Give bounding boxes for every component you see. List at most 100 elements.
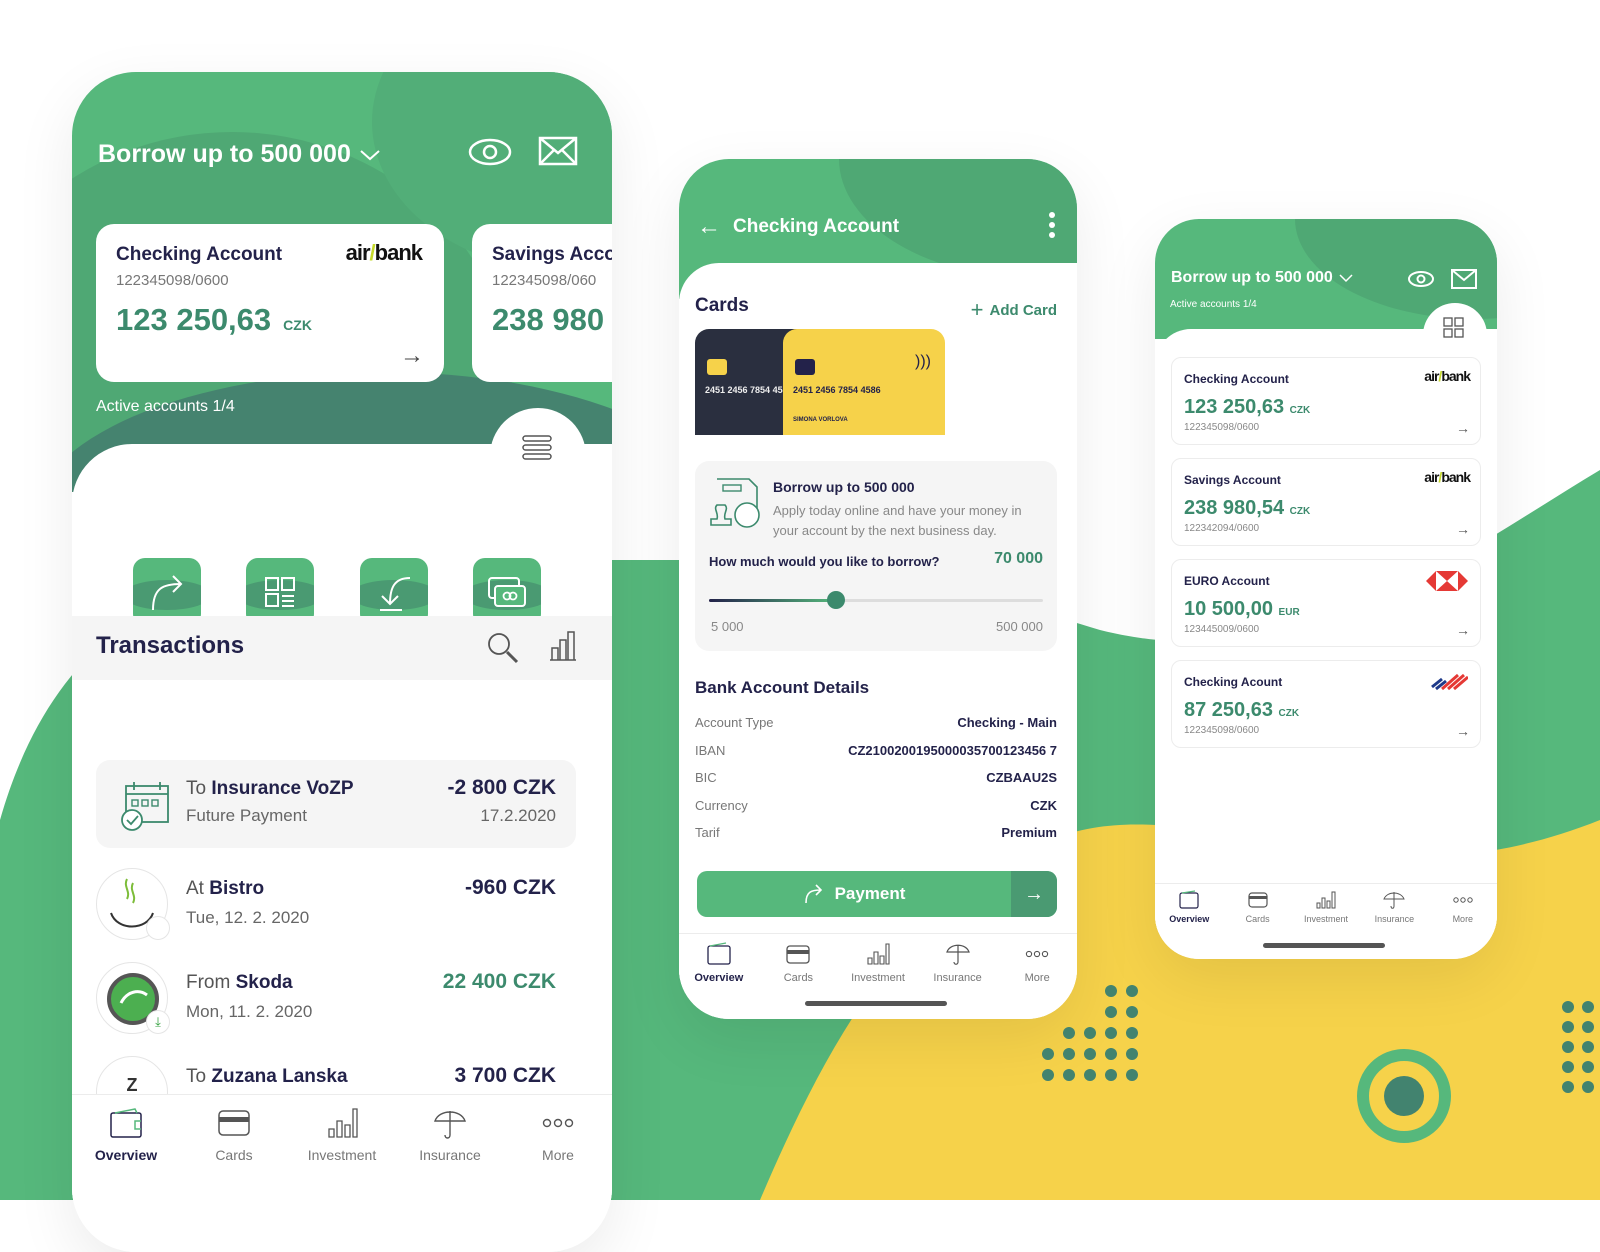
wallet-icon [109, 1107, 143, 1139]
transaction-row-bistro[interactable]: At Bistro Tue, 12. 2. 2020 -960 CZK [96, 866, 576, 946]
chip-icon [795, 359, 815, 375]
nav-label: Insurance [933, 972, 981, 984]
nav-investment[interactable]: Investment [288, 1095, 396, 1204]
transaction-row-future[interactable]: To Insurance VoZP Future Payment -2 800 … [96, 760, 576, 848]
decorative-dot [1562, 1081, 1574, 1093]
account-card-checking[interactable]: Checking Account air/bank 122345098/0600… [96, 224, 444, 382]
arrow-right-icon: → [1456, 521, 1470, 537]
loan-slider-track[interactable] [709, 599, 1043, 602]
receive-arrow-icon [360, 558, 428, 626]
borrow-dropdown[interactable]: Borrow up to 500 000 [98, 140, 381, 169]
account-balance: 238 980,54 CZK [1184, 497, 1310, 520]
decorative-dot [1084, 1027, 1096, 1039]
decorative-dot [1562, 1001, 1574, 1013]
loan-max-label: 500 000 [996, 619, 1043, 634]
mail-icon[interactable] [1451, 269, 1477, 289]
account-name: Checking Account [116, 244, 282, 266]
airbank-logo: air/bank [346, 240, 422, 266]
decorative-dot [1582, 1021, 1594, 1033]
transaction-amount: 22 400 CZK [443, 970, 556, 994]
kebab-menu-icon[interactable] [1047, 211, 1057, 241]
add-card-button[interactable]: + Add Card [971, 297, 1057, 323]
loan-question: How much would you like to borrow? [709, 554, 939, 569]
nav-overview[interactable]: Overview [72, 1095, 180, 1204]
calendar-check-icon [118, 778, 174, 832]
detail-row: BICCZBAAU2S [695, 770, 1057, 798]
account-number: 122345098/0600 [1184, 725, 1259, 736]
download-badge-icon: ⤓ [146, 1010, 170, 1034]
nav-insurance[interactable]: Insurance [918, 934, 998, 993]
decorative-dot [1105, 1006, 1117, 1018]
decorative-dot [1126, 985, 1138, 997]
arrow-right-icon: → [1456, 420, 1470, 436]
bank-of-america-logo [1428, 669, 1468, 691]
nav-label: Cards [784, 972, 813, 984]
list-view-toggle[interactable] [490, 408, 586, 504]
screen-title: Checking Account [733, 216, 899, 238]
nav-overview[interactable]: Overview [1155, 884, 1223, 933]
back-nav[interactable]: ← Checking Account [697, 213, 899, 241]
chevron-down-icon [1339, 273, 1353, 283]
nav-cards[interactable]: Cards [759, 934, 839, 993]
decorative-dot [1063, 1027, 1075, 1039]
transaction-row-skoda[interactable]: ⤓ From Skoda Mon, 11. 2. 2020 22 400 CZK [96, 960, 576, 1040]
pay-me-action-button[interactable] [360, 558, 428, 626]
loan-title: Borrow up to 500 000 [773, 479, 915, 495]
account-name: Savings Account [1184, 473, 1281, 487]
mail-icon[interactable] [538, 136, 578, 166]
cards-action-button[interactable] [473, 558, 541, 626]
card-icon [1247, 890, 1269, 910]
card-number: 2451 2456 7854 4586 [705, 385, 793, 395]
qr-payment-action-button[interactable] [246, 558, 314, 626]
account-card[interactable]: Checking Acount 87 250,63 CZK 122345098/… [1171, 660, 1481, 748]
add-card-label: Add Card [990, 302, 1058, 319]
investment-icon [325, 1107, 359, 1139]
search-icon[interactable] [486, 631, 520, 665]
decorative-dot [1105, 1048, 1117, 1060]
nav-investment[interactable]: Investment [838, 934, 918, 993]
nav-label: Investment [308, 1147, 376, 1163]
details-title: Bank Account Details [695, 678, 869, 698]
nav-more[interactable]: More [997, 934, 1077, 993]
payment-button[interactable]: Payment → [697, 871, 1057, 917]
nav-insurance[interactable]: Insurance [1360, 884, 1428, 933]
eye-icon[interactable] [468, 138, 512, 166]
decorative-dot [1063, 1069, 1075, 1081]
account-number: 122345098/0600 [1184, 422, 1259, 433]
account-card[interactable]: EURO Account 10 500,00 EUR 123445009/060… [1171, 559, 1481, 647]
account-card-savings[interactable]: Savings Acco 122345098/060 238 980 [472, 224, 612, 382]
umbrella-icon [433, 1107, 467, 1139]
nav-cards[interactable]: Cards [1223, 884, 1291, 933]
chart-icon[interactable] [548, 630, 578, 662]
home-indicator [805, 1001, 947, 1006]
detail-row: Account TypeChecking - Main [695, 715, 1057, 743]
home-indicator [1263, 943, 1385, 948]
arrow-right-icon: → [1456, 723, 1470, 739]
account-balance: 123 250,63 [116, 302, 271, 338]
decorative-dot [1126, 1027, 1138, 1039]
phone-checking-account: ← Checking Account Cards + Add Card 2451… [679, 159, 1077, 1019]
nav-cards[interactable]: Cards [180, 1095, 288, 1204]
phone-overview: Borrow up to 500 000 Checking Account ai… [72, 72, 612, 1252]
bottom-nav: Overview Cards Investment Insurance More [72, 1094, 612, 1204]
payment-action-button[interactable] [133, 558, 201, 626]
account-card[interactable]: Checking Account air/bank 123 250,63 CZK… [1171, 357, 1481, 445]
bottom-nav: Overview Cards Investment Insurance More [679, 933, 1077, 993]
nav-more[interactable]: More [1429, 884, 1497, 933]
eye-icon[interactable] [1407, 269, 1435, 289]
loan-slider-handle[interactable] [827, 591, 845, 609]
nav-label: Overview [694, 972, 743, 984]
card-holder: SIMONA VORLOVA [793, 417, 848, 423]
nav-insurance[interactable]: Insurance [396, 1095, 504, 1204]
transaction-subtitle: Mon, 11. 2. 2020 [186, 1002, 312, 1022]
borrow-dropdown[interactable]: Borrow up to 500 000 [1171, 269, 1353, 287]
nav-overview[interactable]: Overview [679, 934, 759, 993]
transaction-amount: -2 800 CZK [447, 776, 556, 800]
decorative-dot [1126, 1069, 1138, 1081]
loan-stamp-icon [709, 475, 765, 533]
nav-investment[interactable]: Investment [1292, 884, 1360, 933]
nav-more[interactable]: More [504, 1095, 612, 1204]
card-yellow[interactable]: ))) 2451 2456 7854 4586 SIMONA VORLOVA [783, 329, 945, 435]
account-card[interactable]: Savings Account air/bank 238 980,54 CZK … [1171, 458, 1481, 546]
nav-label: Cards [215, 1147, 252, 1163]
